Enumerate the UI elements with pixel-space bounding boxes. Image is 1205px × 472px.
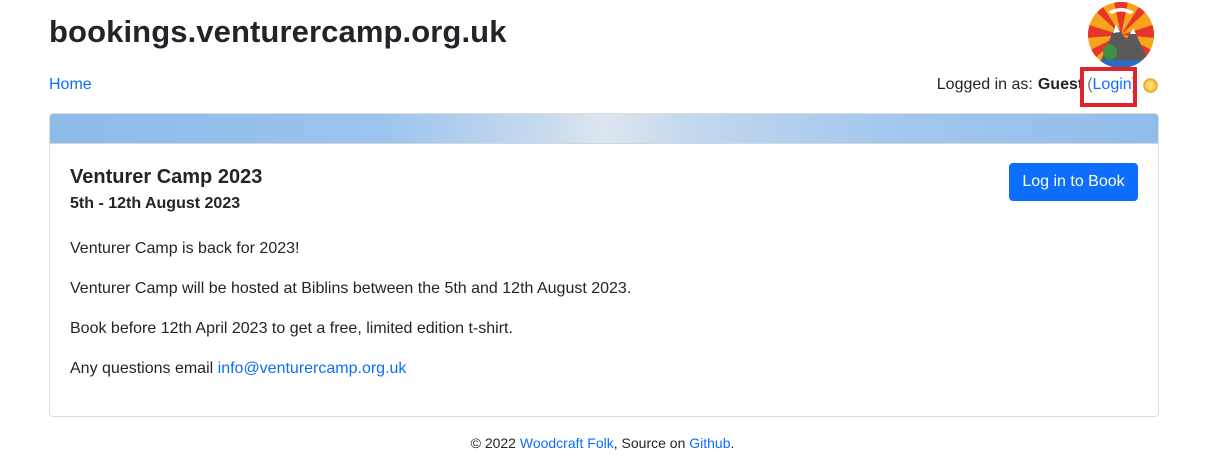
footer-source-text: , Source on	[613, 435, 690, 451]
login-highlight-box	[1080, 67, 1137, 107]
footer: © 2022 Woodcraft Folk, Source on Github.	[0, 435, 1205, 451]
user-name: Guest	[1037, 76, 1084, 93]
event-title: Venturer Camp 2023	[70, 166, 263, 188]
event-paragraph: Venturer Camp will be hosted at Biblins …	[70, 280, 632, 297]
site-title: bookings.venturercamp.org.uk	[49, 14, 507, 49]
event-dates: 5th - 12th August 2023	[70, 195, 241, 212]
event-card: Venturer Camp 2023 5th - 12th August 202…	[49, 113, 1159, 417]
log-in-to-book-button[interactable]: Log in to Book	[1009, 163, 1138, 201]
logged-in-label: Logged in as:	[936, 76, 1033, 93]
footer-end: .	[730, 435, 735, 451]
home-link[interactable]: Home	[49, 76, 92, 94]
footer-copyright: © 2022	[470, 435, 520, 451]
github-link[interactable]: Github	[689, 435, 730, 451]
venturer-camp-logo-icon[interactable]	[1086, 2, 1156, 68]
email-link[interactable]: info@venturercamp.org.uk	[218, 360, 407, 377]
sun-icon[interactable]	[1143, 77, 1158, 93]
questions-label: Any questions email	[70, 360, 218, 377]
woodcraft-folk-link[interactable]: Woodcraft Folk	[520, 435, 614, 451]
questions-paragraph: Any questions email info@venturercamp.or…	[70, 360, 406, 378]
event-paragraph: Venturer Camp is back for 2023!	[70, 240, 300, 257]
card-banner-image	[50, 114, 1158, 144]
event-paragraph: Book before 12th April 2023 to get a fre…	[70, 320, 513, 337]
